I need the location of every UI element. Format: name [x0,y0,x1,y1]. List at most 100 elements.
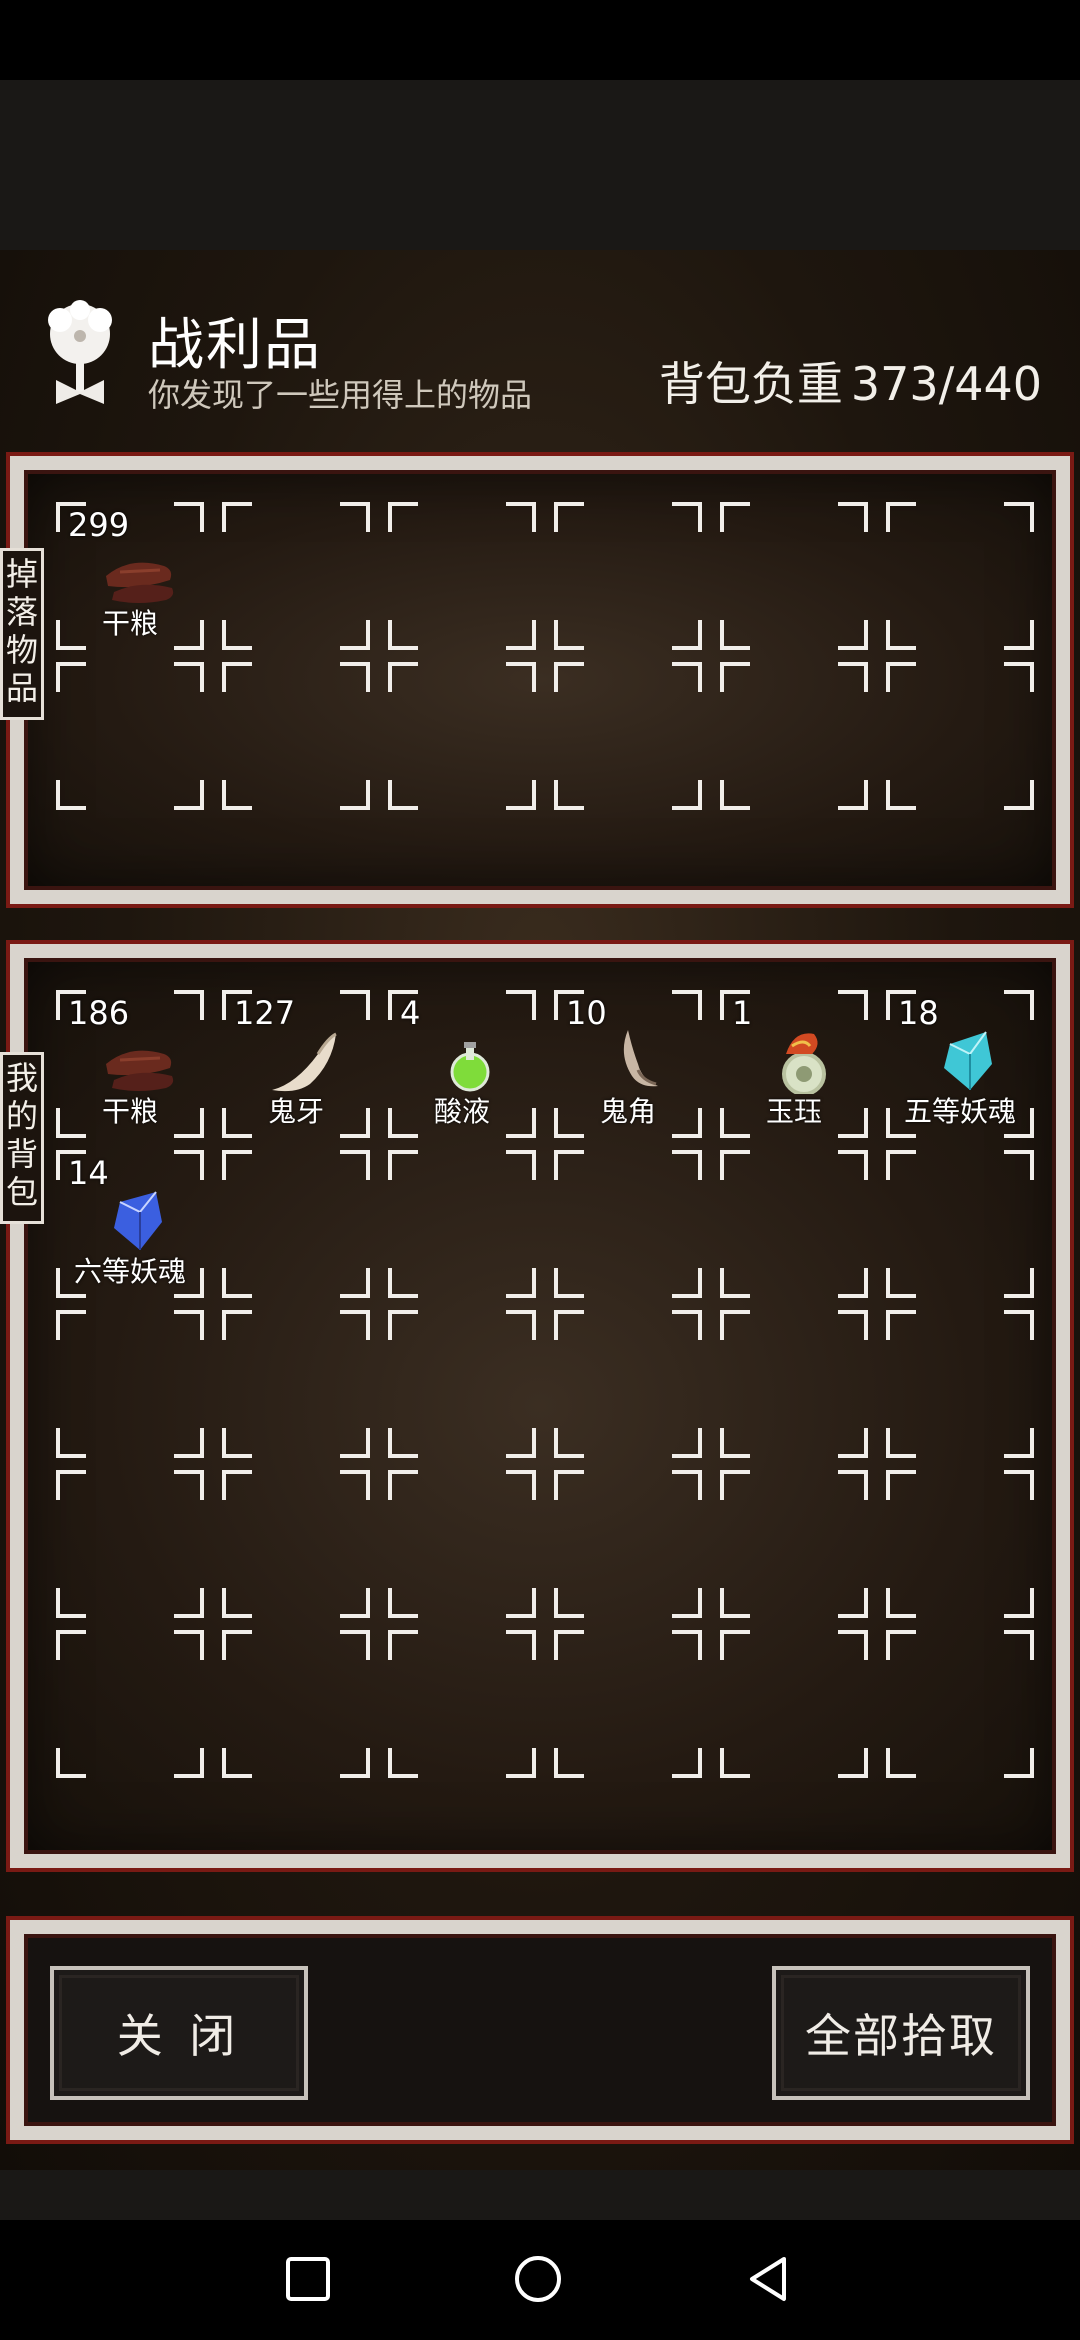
slot-corner [838,662,868,692]
slot-corner [720,1470,750,1500]
slot-corner [340,1470,370,1500]
slot-corner [720,1310,750,1340]
slot-corner [1004,662,1034,692]
bag-empty-slot[interactable] [880,1464,1040,1624]
slot-corner [1004,1748,1034,1778]
triangle-back-icon[interactable] [744,2255,792,2303]
loot-empty-slot[interactable] [382,656,542,816]
slot-corner [672,990,702,1020]
slot-corner [672,502,702,532]
bag-item-slot[interactable]: 18 五等妖魂 [880,984,1040,1144]
slot-corner [56,1588,86,1618]
slot-corner [56,1748,86,1778]
bone-flower-icon [48,300,112,404]
bag-item-slot[interactable]: 1 玉珏 [714,984,874,1144]
bag-empty-slot[interactable] [714,1464,874,1624]
circle-icon[interactable] [514,2255,562,2303]
slot-corner [720,1268,750,1298]
loot-empty-slot[interactable] [548,496,708,656]
bag-item-slot[interactable]: 4 酸液 [382,984,542,1144]
item-quantity: 127 [234,994,296,1032]
slot-corner [554,1428,584,1458]
bag-empty-slot[interactable] [382,1624,542,1784]
square-icon[interactable] [284,2255,332,2303]
slot-corner [720,620,750,650]
slot-corner [222,502,252,532]
slot-corner [886,502,916,532]
slot-corner [1004,1268,1034,1298]
bag-empty-slot[interactable] [382,1144,542,1304]
bag-empty-slot[interactable] [216,1144,376,1304]
loot-empty-slot[interactable] [714,496,874,656]
bag-empty-slot[interactable] [714,1304,874,1464]
item-quantity: 299 [68,506,130,544]
bag-empty-slot[interactable] [880,1304,1040,1464]
bag-empty-slot[interactable] [548,1464,708,1624]
slot-corner [1004,1470,1034,1500]
slot-corner [506,662,536,692]
bag-weight-value: 373/440 [850,357,1042,411]
slot-corner [886,620,916,650]
bag-empty-slot[interactable] [548,1624,708,1784]
slot-corner [886,1748,916,1778]
loot-empty-slot[interactable] [548,656,708,816]
item-quantity: 1 [732,994,753,1032]
slot-corner [554,1588,584,1618]
slot-corner [174,1748,204,1778]
slot-corner [340,1588,370,1618]
slot-corner [506,1630,536,1660]
loot-empty-slot[interactable] [216,656,376,816]
slot-corner [174,1310,204,1340]
bag-empty-slot[interactable] [714,1144,874,1304]
jerky-icon [106,1050,174,1091]
slot-corner [838,780,868,810]
bag-empty-slot[interactable] [216,1464,376,1624]
slot-corner [174,780,204,810]
bag-empty-slot[interactable] [382,1304,542,1464]
bag-item-slot[interactable]: 14 六等妖魂 [50,1144,210,1304]
bag-empty-slot[interactable] [216,1304,376,1464]
slot-corner [222,1310,252,1340]
bag-empty-slot[interactable] [548,1144,708,1304]
slot-corner [672,1588,702,1618]
slot-corner [388,1310,418,1340]
slot-corner [720,1630,750,1660]
loot-empty-slot[interactable] [50,656,210,816]
slot-corner [672,662,702,692]
bag-empty-slot[interactable] [714,1624,874,1784]
bag-item-slot[interactable]: 10 鬼角 [548,984,708,1144]
slot-corner [340,662,370,692]
bag-empty-slot[interactable] [216,1624,376,1784]
bag-empty-slot[interactable] [50,1624,210,1784]
loot-empty-slot[interactable] [714,656,874,816]
loot-empty-slot[interactable] [880,496,1040,656]
slot-corner [720,662,750,692]
bag-item-slot[interactable]: 186 干粮 [50,984,210,1144]
slot-corner [886,1630,916,1660]
slot-corner [506,1150,536,1180]
slot-corner [886,1310,916,1340]
item-name: 干粮 [101,607,158,640]
bag-empty-slot[interactable] [548,1304,708,1464]
loot-empty-slot[interactable] [382,496,542,656]
bag-empty-slot[interactable] [50,1304,210,1464]
slot-corner [886,662,916,692]
loot-empty-slot[interactable] [216,496,376,656]
slot-corner [720,780,750,810]
close-button[interactable]: 关 闭 [50,1966,308,2100]
bag-empty-slot[interactable] [382,1464,542,1624]
bag-empty-slot[interactable] [880,1624,1040,1784]
bag-item-slot[interactable]: 127 鬼牙 [216,984,376,1144]
bag-side-label: 我的背包 [0,1052,44,1224]
take-all-button[interactable]: 全部拾取 [772,1966,1030,2100]
item-quantity: 186 [68,994,130,1032]
loot-empty-slot[interactable] [880,656,1040,816]
loot-item-slot[interactable]: 299 干粮 [50,496,210,656]
slot-corner [56,1470,86,1500]
slot-corner [222,1748,252,1778]
slot-corner [672,1310,702,1340]
bag-empty-slot[interactable] [880,1144,1040,1304]
bag-empty-slot[interactable] [50,1464,210,1624]
slot-corner [56,1630,86,1660]
bag-weight-label: 背包负重 [658,357,843,411]
